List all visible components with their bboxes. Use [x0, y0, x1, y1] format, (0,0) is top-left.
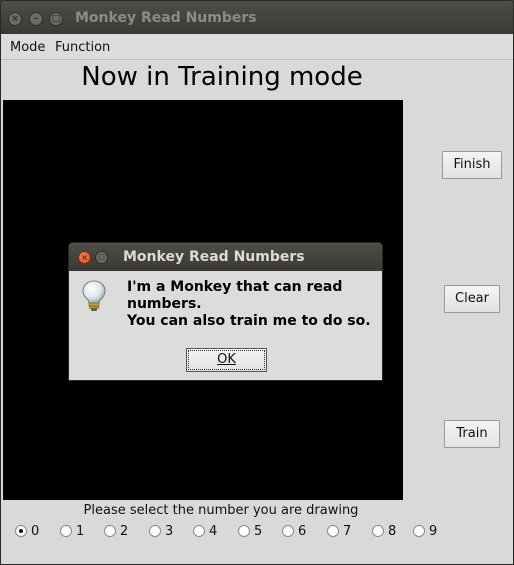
mode-heading: Now in Training mode — [81, 62, 363, 92]
maximize-icon[interactable]: □ — [49, 12, 63, 26]
menu-function[interactable]: Function — [55, 40, 110, 55]
radio-indicator[interactable] — [238, 525, 250, 537]
ok-button[interactable]: OK — [186, 348, 267, 372]
digit-radio-group: 0 1 2 3 4 5 6 7 8 9 — [1, 521, 513, 543]
dialog-message-line: numbers. — [127, 296, 202, 312]
radio-indicator[interactable] — [149, 525, 161, 537]
radio-label: 7 — [343, 524, 352, 539]
dialog-message-line: You can also train me to do so. — [127, 313, 371, 329]
radio-indicator[interactable] — [193, 525, 205, 537]
radio-label: 0 — [31, 524, 40, 539]
close-icon[interactable]: × — [78, 251, 91, 264]
radio-indicator[interactable] — [104, 525, 116, 537]
radio-label: 6 — [298, 524, 307, 539]
minimize-icon[interactable]: – — [29, 12, 43, 26]
radio-label: 2 — [120, 524, 129, 539]
radio-label: 5 — [254, 524, 263, 539]
dialog-message-line: I'm a Monkey that can read — [127, 279, 343, 295]
window-title: Monkey Read Numbers — [75, 10, 257, 26]
dialog-titlebar[interactable]: × □ Monkey Read Numbers — [69, 243, 382, 271]
radio-label: 4 — [209, 524, 218, 539]
radio-label: 8 — [388, 524, 397, 539]
ok-button-label: OK — [217, 352, 236, 367]
train-button[interactable]: Train — [444, 420, 500, 448]
radio-indicator-selected[interactable] — [15, 525, 27, 537]
menu-mode[interactable]: Mode — [10, 40, 45, 55]
clear-button[interactable]: Clear — [444, 285, 500, 313]
radio-label: 1 — [76, 524, 85, 539]
radio-indicator[interactable] — [372, 525, 384, 537]
radio-indicator[interactable] — [413, 525, 425, 537]
window-titlebar[interactable]: × – □ Monkey Read Numbers — [1, 1, 513, 34]
digit-prompt: Please select the number you are drawing — [83, 503, 359, 518]
lightbulb-icon — [82, 280, 106, 311]
radio-label: 9 — [429, 524, 438, 539]
dialog-message: I'm a Monkey that can read numbers. You … — [127, 279, 371, 330]
close-icon[interactable]: × — [8, 12, 22, 26]
menu-bar: Mode Function — [1, 34, 513, 60]
radio-indicator[interactable] — [327, 525, 339, 537]
radio-indicator[interactable] — [60, 525, 72, 537]
maximize-icon[interactable]: □ — [95, 251, 108, 264]
radio-label: 3 — [165, 524, 174, 539]
dialog-title: Monkey Read Numbers — [123, 249, 305, 265]
about-dialog: × □ Monkey Read Numbers I'm a Monkey tha… — [68, 242, 383, 381]
radio-indicator[interactable] — [282, 525, 294, 537]
finish-button[interactable]: Finish — [442, 151, 502, 179]
